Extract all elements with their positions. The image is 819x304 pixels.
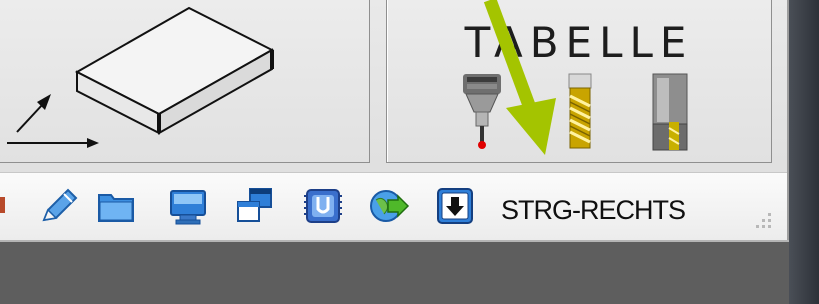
window-right-edge (789, 0, 819, 304)
probe-tool-icon (463, 74, 501, 149)
monitor-icon (170, 190, 206, 225)
end-mill-tool-icon (652, 73, 688, 151)
network-globe-icon (370, 190, 410, 222)
memory-card-icon (304, 189, 342, 223)
download-button[interactable] (435, 186, 475, 226)
drill-tool-icon (568, 73, 592, 149)
probe-tip (478, 141, 486, 149)
isometric-plate-icon (7, 6, 275, 148)
tabelle-title: TABELLE (464, 18, 694, 67)
background-area (0, 242, 789, 304)
status-toolbar: STRG-RECHTS (0, 172, 787, 241)
download-arrow-icon (437, 188, 473, 224)
windows-stack-icon (237, 188, 272, 222)
folder-button[interactable] (96, 186, 136, 226)
geometry-panel[interactable] (0, 0, 370, 163)
windows-stack-button[interactable] (234, 186, 274, 226)
network-globe-button[interactable] (368, 186, 410, 226)
clipped-icon-fragment (0, 197, 5, 213)
pencil-button[interactable] (38, 186, 78, 226)
resize-grip-icon[interactable] (748, 209, 774, 235)
memory-card-button[interactable] (303, 186, 343, 226)
app-window: TABELLE STRG-RECHTS (0, 0, 789, 241)
monitor-button[interactable] (168, 186, 208, 226)
status-label: STRG-RECHTS (501, 195, 686, 225)
tool-table-panel[interactable]: TABELLE (386, 0, 772, 163)
pencil-icon (42, 188, 78, 222)
folder-icon (98, 194, 134, 222)
